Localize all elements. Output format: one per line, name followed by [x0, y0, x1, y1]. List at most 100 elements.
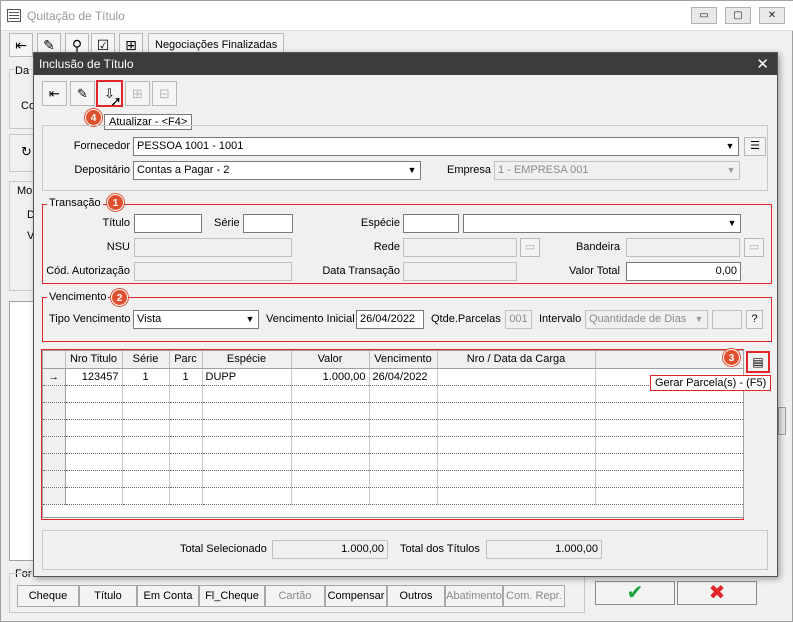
bottom-button-4[interactable]: Fl_Cheque — [199, 585, 265, 607]
table-row[interactable] — [43, 453, 743, 471]
exit-icon[interactable]: ⇤ — [9, 33, 33, 57]
table-cell — [65, 419, 123, 437]
grid-column-header[interactable]: Nro / Data da Carga — [437, 351, 596, 369]
grid-column-header[interactable]: Espécie — [202, 351, 292, 369]
table-row[interactable] — [43, 402, 743, 420]
depositario-select[interactable]: Contas a Pagar - 2 ▼ — [133, 161, 421, 180]
bottom-button-8[interactable]: Abatimento — [445, 585, 503, 607]
dialog-exit-icon[interactable]: ⇤ — [42, 81, 67, 106]
tree-expand-icon[interactable]: ⊞ — [125, 81, 150, 106]
table-row[interactable] — [43, 436, 743, 454]
grid-column-header[interactable] — [595, 351, 743, 369]
table-cell — [437, 487, 596, 505]
table-cell: 1 — [169, 368, 203, 386]
intervalo-select: Quantidade de Dias ▼ — [585, 310, 708, 329]
dialog-close-icon[interactable]: ✕ — [756, 55, 769, 73]
main-title-bar: Quitação de Título ▭ ▢ ✕ — [1, 1, 793, 31]
table-cell — [65, 402, 123, 420]
table-cell — [291, 402, 370, 420]
table-cell: DUPP — [202, 368, 292, 386]
rede-input — [403, 238, 517, 257]
table-row[interactable] — [43, 385, 743, 403]
bg-label-refresh-icon: ↻ — [21, 144, 32, 159]
row-indicator-icon — [43, 385, 66, 403]
ok-button[interactable]: ✔ — [595, 581, 675, 605]
table-cell — [169, 453, 203, 471]
table-cell — [122, 470, 170, 488]
table-cell — [202, 419, 292, 437]
bottom-button-1[interactable]: Cheque — [17, 585, 79, 607]
vencimento-inicial-input[interactable]: 26/04/2022 — [356, 310, 424, 329]
table-cell: 1.000,00 — [291, 368, 370, 386]
cancel-button[interactable]: ✖ — [677, 581, 757, 605]
table-cell — [369, 487, 438, 505]
maximize-button[interactable]: ▢ — [725, 7, 751, 24]
grid-column-header[interactable]: Nro Titulo — [65, 351, 123, 369]
parcelas-grid[interactable]: Nro Titulo Série Parc Espécie Valor Venciment… — [42, 350, 744, 518]
grid-column-header[interactable] — [43, 351, 66, 369]
table-cell: 26/04/2022 — [369, 368, 438, 386]
table-cell — [169, 385, 203, 403]
dialog-eraser-icon[interactable]: ✎ — [70, 81, 95, 106]
callout-badge-1: 1 — [107, 194, 124, 211]
data-transacao-label: Data Transação — [322, 265, 400, 277]
tipo-vencimento-dropdown-icon[interactable]: ▼ — [242, 311, 258, 328]
fornecedor-value: PESSOA 1001 - 1001 — [137, 140, 244, 152]
table-row[interactable] — [43, 487, 743, 505]
tipo-vencimento-label: Tipo Vencimento — [49, 313, 131, 325]
table-row[interactable] — [43, 419, 743, 437]
serie-input[interactable] — [243, 214, 293, 233]
tree-collapse-icon[interactable]: ⊟ — [152, 81, 177, 106]
grid-column-header[interactable]: Parc — [169, 351, 203, 369]
bottom-button-9[interactable]: Com. Repr. — [503, 585, 565, 607]
table-cell — [169, 487, 203, 505]
table-cell — [595, 402, 743, 420]
especie-select[interactable]: ▼ — [463, 214, 741, 233]
intervalo-number-input — [712, 310, 742, 329]
bottom-button-3[interactable]: Em Conta — [137, 585, 199, 607]
empresa-select[interactable]: 1 - EMPRESA 001 ▼ — [494, 161, 740, 180]
bg-scrollbar[interactable] — [778, 407, 786, 435]
valor-total-input[interactable]: 0,00 — [626, 262, 741, 281]
depositario-dropdown-icon[interactable]: ▼ — [404, 162, 420, 179]
table-cell — [595, 487, 743, 505]
bottom-button-5[interactable]: Cartão — [265, 585, 325, 607]
table-row[interactable]: → 123457 1 1 DUPP 1.000,00 26/04/2022 — [43, 368, 743, 386]
table-cell — [369, 402, 438, 420]
transacao-legend: Transação — [47, 197, 103, 209]
table-cell — [169, 470, 203, 488]
fornecedor-dropdown-icon[interactable]: ▼ — [722, 138, 738, 155]
minimize-button[interactable]: ▭ — [691, 7, 717, 24]
fornecedor-field[interactable]: PESSOA 1001 - 1001 ▼ — [133, 137, 739, 156]
grid-column-header[interactable]: Série — [122, 351, 170, 369]
especie-dropdown-icon[interactable]: ▼ — [724, 215, 740, 232]
bottom-button-7[interactable]: Outros — [387, 585, 445, 607]
grid-column-header[interactable]: Vencimento — [369, 351, 438, 369]
titulo-input[interactable] — [134, 214, 202, 233]
table-row[interactable] — [43, 470, 743, 488]
titulo-label: Título — [102, 217, 130, 229]
table-cell — [437, 385, 596, 403]
fornecedor-group — [42, 125, 768, 191]
dialog-title: Inclusão de Título — [39, 57, 134, 71]
table-cell — [65, 385, 123, 403]
table-cell — [291, 419, 370, 437]
help-button[interactable]: ? — [746, 310, 763, 329]
bottom-button-6[interactable]: Compensar — [325, 585, 387, 607]
table-cell — [122, 402, 170, 420]
bottom-button-2[interactable]: Título — [79, 585, 137, 607]
table-cell — [65, 487, 123, 505]
grid-column-header[interactable]: Valor — [291, 351, 370, 369]
tipo-vencimento-select[interactable]: Vista ▼ — [133, 310, 259, 329]
nsu-input — [134, 238, 292, 257]
especie-code-input[interactable] — [403, 214, 459, 233]
cod-autorizacao-input — [134, 262, 292, 281]
qtde-parcelas-label: Qtde.Parcelas — [431, 313, 501, 325]
close-button[interactable]: ✕ — [759, 7, 785, 24]
table-cell — [291, 436, 370, 454]
table-cell — [369, 419, 438, 437]
gerar-parcelas-icon[interactable]: ▤ — [746, 351, 770, 373]
table-cell — [437, 436, 596, 454]
fornecedor-lookup-icon[interactable]: ☰ — [744, 137, 766, 156]
table-cell — [291, 470, 370, 488]
